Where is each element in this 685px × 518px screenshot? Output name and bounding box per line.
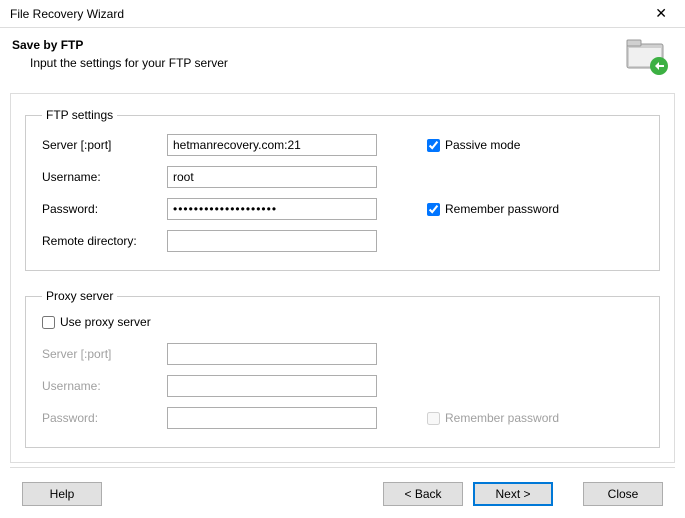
page-title: Save by FTP [12,38,228,52]
proxy-legend: Proxy server [42,289,117,303]
page-subtitle: Input the settings for your FTP server [12,56,228,70]
proxy-server-input [167,343,377,365]
wizard-header: Save by FTP Input the settings for your … [0,28,685,93]
ftp-username-input[interactable] [167,166,377,188]
ftp-username-label: Username: [42,170,167,184]
ftp-remote-label: Remote directory: [42,234,167,248]
passive-mode-text: Passive mode [445,138,520,152]
button-bar: Help < Back Next > Close [10,467,675,506]
remember-password-checkbox[interactable] [427,203,440,216]
proxy-username-label: Username: [42,379,167,393]
folder-ftp-icon [623,36,669,79]
ftp-settings-group: FTP settings Server [:port] Passive mode… [25,108,660,271]
use-proxy-checkbox[interactable] [42,316,55,329]
proxy-remember-checkbox-label: Remember password [427,411,559,425]
passive-mode-checkbox[interactable] [427,139,440,152]
help-button[interactable]: Help [22,482,102,506]
next-button[interactable]: Next > [473,482,553,506]
ftp-legend: FTP settings [42,108,117,122]
proxy-remember-text: Remember password [445,411,559,425]
remember-password-checkbox-label[interactable]: Remember password [427,202,559,216]
ftp-password-label: Password: [42,202,167,216]
titlebar: File Recovery Wizard ✕ [0,0,685,28]
proxy-password-input [167,407,377,429]
remember-password-text: Remember password [445,202,559,216]
close-button[interactable]: Close [583,482,663,506]
use-proxy-text: Use proxy server [60,315,151,329]
proxy-settings-group: Proxy server Use proxy server Server [:p… [25,289,660,448]
use-proxy-checkbox-label[interactable]: Use proxy server [42,315,151,329]
passive-mode-checkbox-label[interactable]: Passive mode [427,138,520,152]
ftp-server-label: Server [:port] [42,138,167,152]
proxy-server-label: Server [:port] [42,347,167,361]
content-panel: FTP settings Server [:port] Passive mode… [10,93,675,463]
back-button[interactable]: < Back [383,482,463,506]
ftp-remote-input[interactable] [167,230,377,252]
ftp-server-input[interactable] [167,134,377,156]
proxy-username-input [167,375,377,397]
close-icon[interactable]: ✕ [645,3,677,24]
window-title: File Recovery Wizard [10,7,124,21]
proxy-password-label: Password: [42,411,167,425]
ftp-password-input[interactable] [167,198,377,220]
proxy-remember-checkbox [427,412,440,425]
